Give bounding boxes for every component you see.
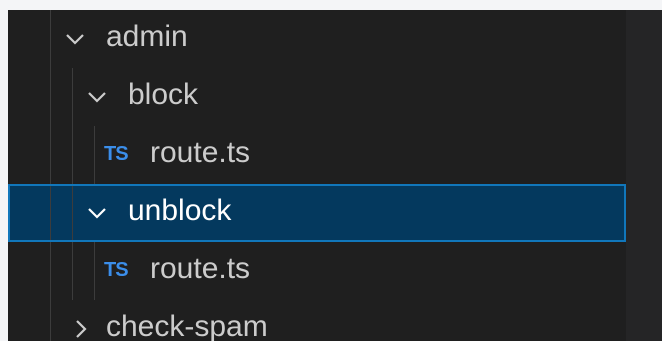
typescript-file-icon: TS (104, 143, 129, 165)
indent-guide (72, 186, 73, 240)
tree-item-label: route.ts (150, 252, 251, 285)
tree-item-label: unblock (128, 194, 232, 227)
chevron-right-icon[interactable] (70, 318, 92, 340)
tree-item-label: block (128, 78, 199, 111)
chevron-down-icon[interactable] (64, 28, 86, 50)
typescript-file-icon: TS (104, 259, 129, 281)
indent-guide (94, 126, 95, 184)
indent-guide (94, 242, 95, 300)
tree-item-unblock[interactable]: unblock (8, 184, 626, 242)
tree-item-check-spam[interactable]: check-spam (8, 300, 626, 341)
chevron-down-icon[interactable] (86, 202, 108, 224)
indent-guide (50, 126, 51, 184)
tree-item-block[interactable]: block (8, 68, 626, 126)
indent-guide (72, 242, 73, 300)
file-explorer: admin block TS route.ts unblock TS route… (8, 10, 662, 341)
indent-guide (50, 300, 51, 341)
explorer-tree: admin block TS route.ts unblock TS route… (8, 10, 626, 341)
tree-item-label: route.ts (150, 136, 251, 169)
indent-guide (72, 68, 73, 126)
indent-guide (50, 186, 51, 240)
chevron-down-icon[interactable] (86, 86, 108, 108)
indent-guide (72, 126, 73, 184)
tree-item-admin[interactable]: admin (8, 10, 626, 68)
indent-guide (50, 68, 51, 126)
scrollbar[interactable] (626, 10, 662, 341)
indent-guide (50, 10, 51, 68)
indent-guide (50, 242, 51, 300)
tree-item-route-ts[interactable]: TS route.ts (8, 242, 626, 300)
tree-item-route-ts[interactable]: TS route.ts (8, 126, 626, 184)
tree-item-label: check-spam (106, 310, 268, 341)
tree-item-label: admin (106, 20, 188, 53)
